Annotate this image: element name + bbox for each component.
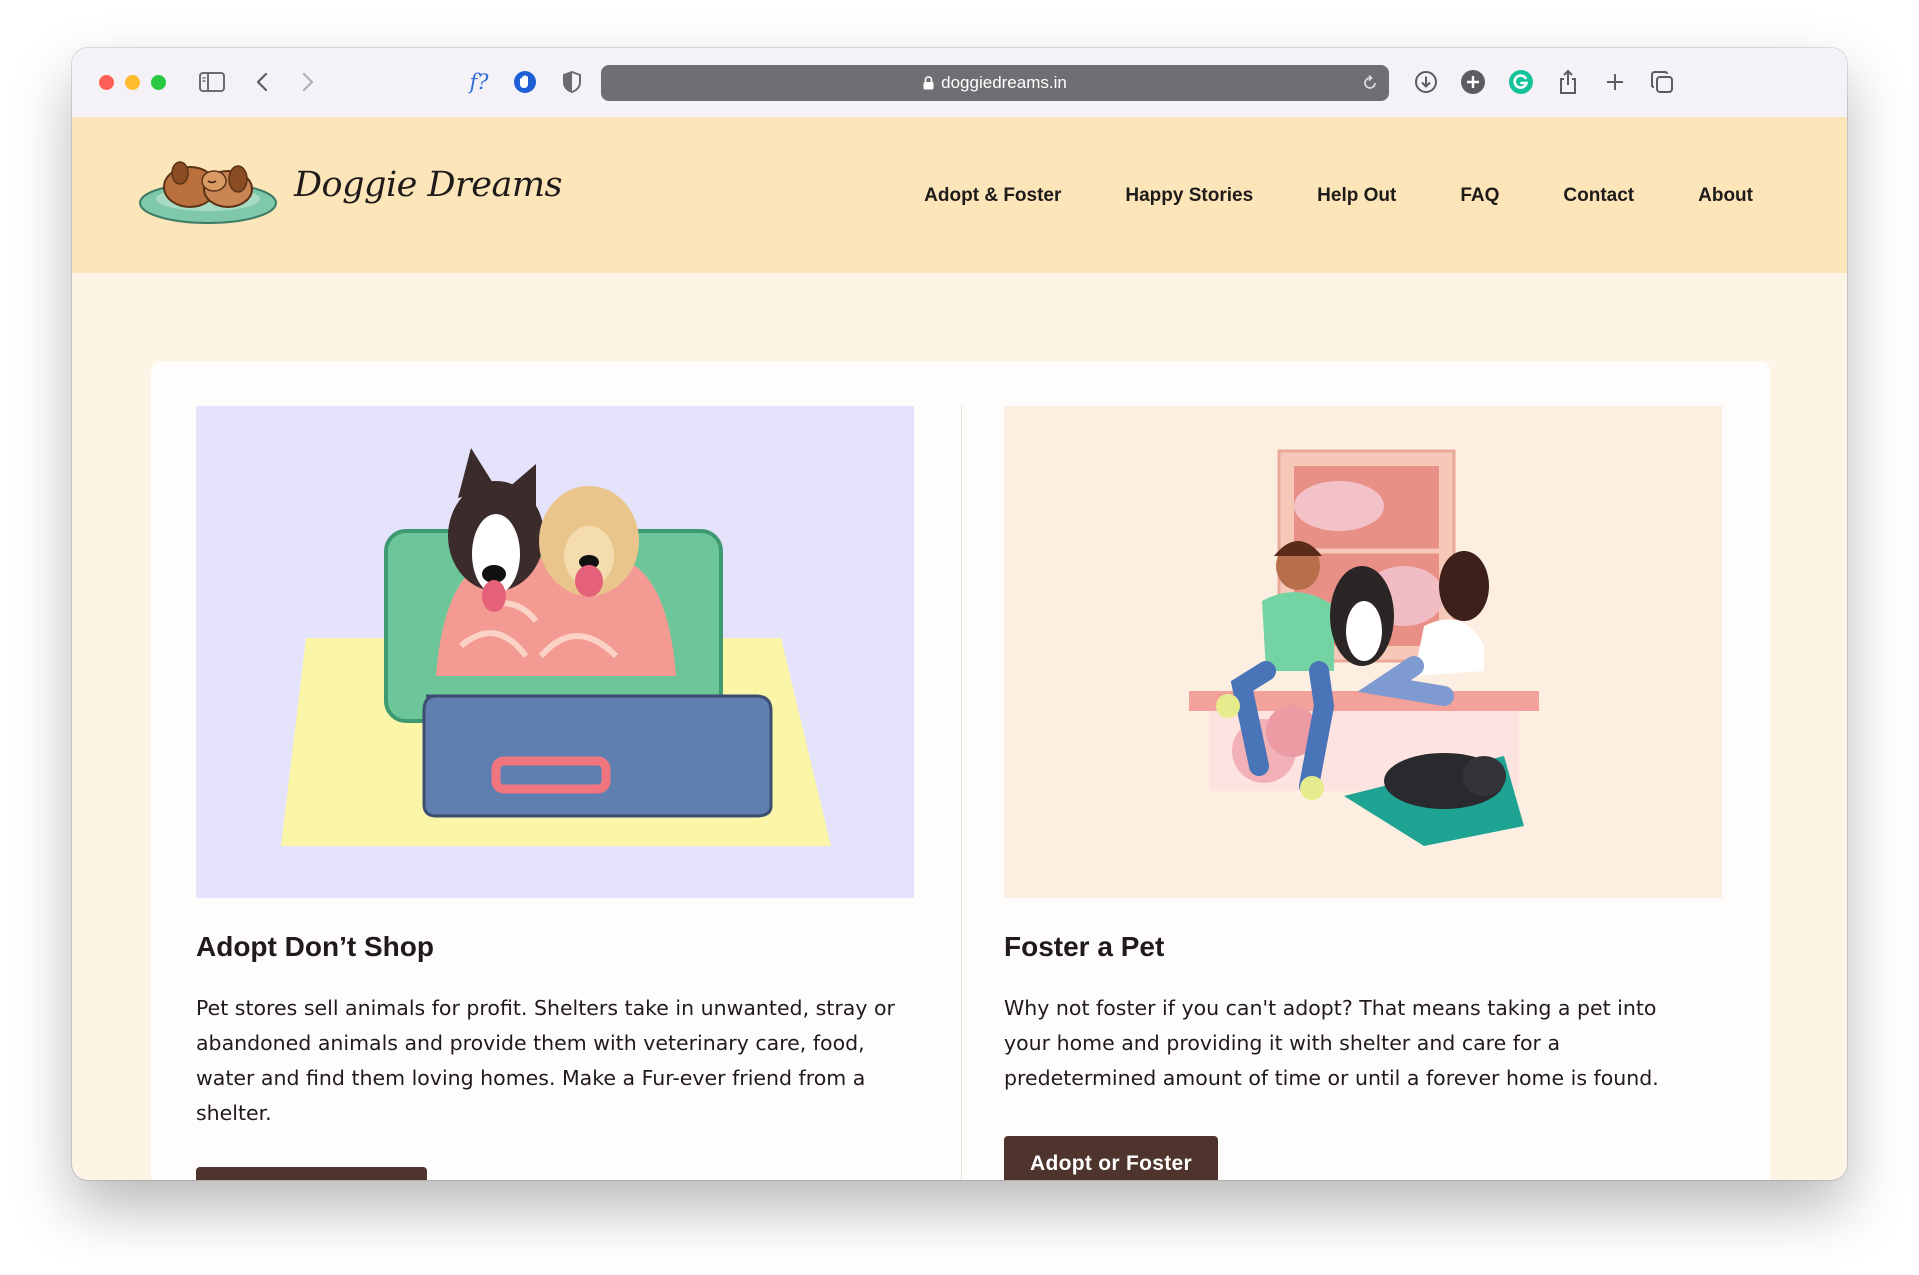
content-card: Adopt Don’t Shop Pet stores sell animals… bbox=[151, 361, 1770, 1180]
foster-body: Why not foster if you can't adopt? That … bbox=[1004, 996, 1659, 1090]
grammarly-icon[interactable] bbox=[1506, 64, 1536, 100]
font-extension-icon[interactable]: f? bbox=[462, 64, 496, 100]
privacy-extension-icon[interactable] bbox=[510, 64, 540, 100]
nav-happy-stories[interactable]: Happy Stories bbox=[1125, 185, 1253, 207]
close-window-button[interactable] bbox=[99, 75, 114, 90]
foster-column: Foster a Pet Why not foster if you can't… bbox=[1004, 406, 1722, 1180]
adopt-body: Pet stores sell animals for profit. Shel… bbox=[196, 996, 895, 1125]
foster-title: Foster a Pet bbox=[1004, 931, 1165, 962]
nav-help-out[interactable]: Help Out bbox=[1317, 185, 1396, 207]
share-icon[interactable] bbox=[1553, 64, 1583, 100]
minimize-window-button[interactable] bbox=[125, 75, 140, 90]
main-nav: Adopt & Foster Happy Stories Help Out FA… bbox=[860, 185, 1753, 207]
shield-icon[interactable] bbox=[557, 64, 587, 100]
browser-toolbar: f? doggiedreams.in bbox=[72, 48, 1847, 118]
nav-about[interactable]: About bbox=[1698, 185, 1753, 207]
adopt-or-foster-button[interactable]: Adopt or Foster bbox=[1004, 1136, 1218, 1180]
browser-window: f? doggiedreams.in Doggie Dreams Adopt &… bbox=[72, 48, 1847, 1180]
zoom-window-button[interactable] bbox=[151, 75, 166, 90]
nav-adopt-foster[interactable]: Adopt & Foster bbox=[924, 185, 1061, 207]
sleeping-dogs-logo-icon[interactable] bbox=[138, 155, 278, 231]
adopt-cta-button[interactable] bbox=[196, 1167, 427, 1180]
foster-illustration bbox=[1004, 406, 1722, 898]
adopt-illustration bbox=[196, 406, 914, 898]
column-divider bbox=[961, 406, 962, 1180]
site-header: Doggie Dreams Adopt & Foster Happy Stori… bbox=[72, 117, 1847, 273]
add-extension-icon[interactable] bbox=[1458, 64, 1488, 100]
address-bar[interactable]: doggiedreams.in bbox=[601, 65, 1389, 101]
reload-icon[interactable] bbox=[1361, 74, 1379, 97]
adopt-title: Adopt Don’t Shop bbox=[196, 931, 434, 962]
adopt-column: Adopt Don’t Shop Pet stores sell animals… bbox=[196, 406, 914, 1180]
forward-arrow-icon[interactable] bbox=[296, 64, 320, 100]
back-arrow-icon[interactable] bbox=[250, 64, 274, 100]
new-tab-icon[interactable] bbox=[1600, 64, 1630, 100]
downloads-icon[interactable] bbox=[1411, 64, 1441, 100]
nav-contact[interactable]: Contact bbox=[1563, 185, 1634, 207]
nav-faq[interactable]: FAQ bbox=[1460, 185, 1499, 207]
lock-icon bbox=[923, 76, 934, 90]
sidebar-toggle-icon[interactable] bbox=[197, 64, 227, 100]
site-logo-text[interactable]: Doggie Dreams bbox=[294, 165, 563, 205]
tab-overview-icon[interactable] bbox=[1647, 64, 1677, 100]
url-text: doggiedreams.in bbox=[941, 73, 1067, 92]
